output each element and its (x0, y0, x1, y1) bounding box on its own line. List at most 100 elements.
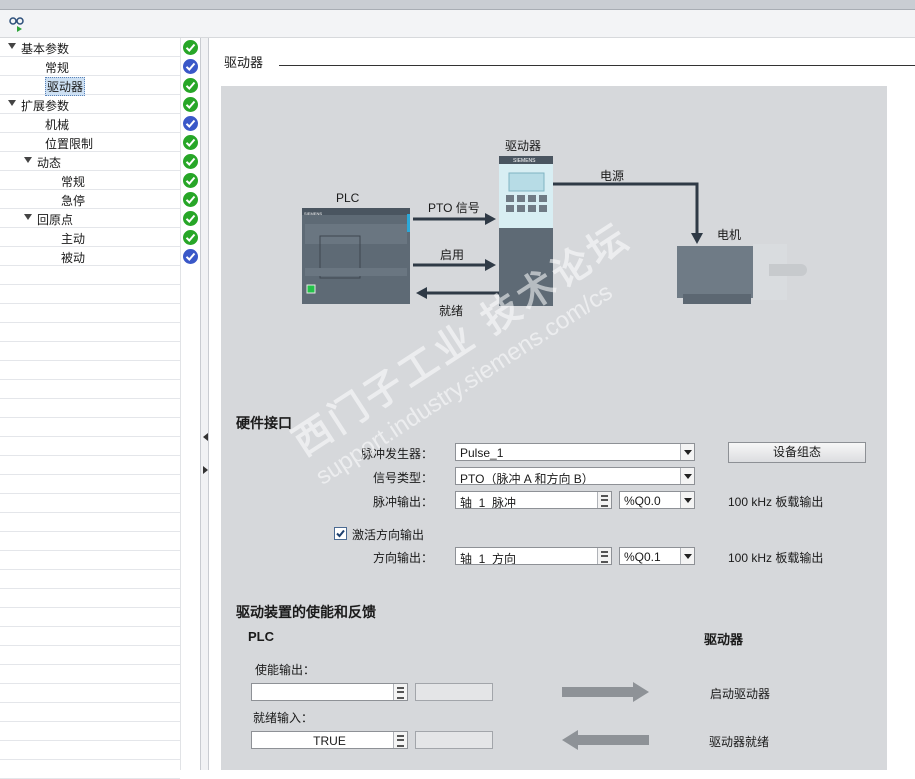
pulse-generator-select[interactable]: Pulse_1 (455, 443, 695, 461)
direction-output-enable-label: 激活方向输出 (352, 528, 425, 542)
nav-item-label: 基本参数 (21, 42, 70, 56)
status-ok-icon (183, 211, 198, 226)
section-divider (279, 65, 915, 66)
drive-panel: SIEMENS SIEMENS PLC 驱动器 电机 电源 PTO 信号 启用 … (221, 86, 887, 770)
nav-item-label: 机械 (45, 118, 70, 132)
nav-item[interactable]: 位置限制 (0, 133, 180, 152)
plc-brand: SIEMENS (304, 211, 322, 216)
direction-output-checkbox[interactable] (334, 527, 347, 540)
direction-output-address-select[interactable]: %Q0.1 (619, 547, 695, 565)
chevron-down-icon[interactable] (680, 444, 694, 460)
expand-right-icon[interactable] (203, 466, 208, 474)
empty-row (0, 703, 180, 722)
nav-item[interactable]: 回原点 (0, 209, 180, 228)
nav-item-label: 动态 (37, 156, 62, 170)
hardware-interface-title: 硬件接口 (236, 415, 292, 431)
motor-device (677, 244, 807, 304)
nav-item[interactable]: 常规 (0, 57, 180, 76)
empty-row (0, 399, 180, 418)
empty-row (0, 418, 180, 437)
status-ok-icon (183, 154, 198, 169)
direction-output-field[interactable]: 轴_1_方向 (455, 547, 612, 565)
signal-type-value: PTO（脉冲 A 和方向 B） (460, 472, 594, 485)
signal-type-label: 信号类型： (373, 471, 434, 485)
direction-output-value: 轴_1_方向 (460, 552, 517, 565)
nav-item[interactable]: 主动 (0, 228, 180, 247)
direction-output-address: %Q0.1 (624, 550, 661, 564)
pulse-output-field[interactable]: 轴_1_脉冲 (455, 491, 612, 509)
arrow-left-icon (562, 730, 649, 750)
empty-row (0, 665, 180, 684)
nav-item[interactable]: 扩展参数 (0, 95, 180, 114)
drive-diagram: SIEMENS SIEMENS (302, 156, 807, 306)
enable-output-label: 使能输出： (255, 663, 316, 677)
status-info-icon (183, 249, 198, 264)
nav-item[interactable]: 被动 (0, 247, 180, 266)
empty-row (0, 532, 180, 551)
nav-item[interactable]: 常规 (0, 171, 180, 190)
list-icon[interactable] (393, 732, 407, 748)
device-config-button[interactable]: 设备组态 (728, 442, 866, 463)
empty-row (0, 380, 180, 399)
nav-item[interactable]: 机械 (0, 114, 180, 133)
expand-arrow-icon[interactable] (24, 214, 32, 220)
nav-item[interactable]: 动态 (0, 152, 180, 171)
section-title: 驱动器 (224, 55, 264, 70)
empty-row (0, 342, 180, 361)
list-icon[interactable] (597, 492, 611, 508)
list-icon[interactable] (597, 548, 611, 564)
status-ok-icon (183, 97, 198, 112)
nav-item-label: 回原点 (37, 213, 74, 227)
enable-label: 启用 (440, 248, 465, 262)
pulse-output-address-select[interactable]: %Q0.0 (619, 491, 695, 509)
start-drive-label: 启动驱动器 (710, 687, 771, 701)
glasses-run-icon[interactable] (8, 15, 26, 33)
expand-arrow-icon[interactable] (24, 157, 32, 163)
nav-item-label: 常规 (45, 61, 70, 75)
nav-item-label: 驱动器 (45, 77, 86, 96)
pto-signal-label: PTO 信号 (428, 201, 480, 215)
direction-output-note: 100 kHz 板载输出 (728, 551, 824, 565)
status-ok-icon (183, 40, 198, 55)
status-ok-icon (183, 192, 198, 207)
splitter[interactable] (200, 38, 209, 770)
enable-output-field[interactable] (251, 683, 408, 701)
status-ok-icon (183, 230, 198, 245)
toolbar (0, 10, 915, 38)
ready-input-value: TRUE (313, 734, 346, 748)
drive-label: 驱动器 (505, 139, 542, 153)
collapse-left-icon[interactable] (203, 433, 208, 441)
empty-row (0, 456, 180, 475)
expand-arrow-icon[interactable] (8, 43, 16, 49)
drive-ready-label: 驱动器就绪 (709, 735, 770, 749)
chevron-down-icon[interactable] (680, 468, 694, 484)
empty-row (0, 570, 180, 589)
status-column (180, 38, 200, 770)
empty-row (0, 494, 180, 513)
nav-item-label: 主动 (61, 232, 86, 246)
nav-item[interactable]: 基本参数 (0, 38, 180, 57)
empty-row (0, 589, 180, 608)
empty-row (0, 437, 180, 456)
arrow-right-icon (562, 682, 649, 702)
pulse-output-note: 100 kHz 板载输出 (728, 495, 824, 509)
signal-type-select[interactable]: PTO（脉冲 A 和方向 B） (455, 467, 695, 485)
plc-device (302, 208, 410, 304)
ready-input-field[interactable]: TRUE (251, 731, 408, 749)
chevron-down-icon[interactable] (680, 492, 694, 508)
drive-brand: SIEMENS (513, 158, 536, 164)
nav-item[interactable]: 急停 (0, 190, 180, 209)
list-icon[interactable] (393, 684, 407, 700)
expand-arrow-icon[interactable] (8, 100, 16, 106)
pulse-output-address: %Q0.0 (624, 494, 661, 508)
empty-row (0, 475, 180, 494)
pulse-generator-value: Pulse_1 (460, 446, 504, 460)
ready-input-address (415, 731, 493, 749)
ready-label: 就绪 (439, 304, 464, 318)
nav-item[interactable]: 驱动器 (0, 76, 180, 96)
empty-row (0, 646, 180, 665)
status-ok-icon (183, 78, 198, 93)
enable-output-address (415, 683, 493, 701)
chevron-down-icon[interactable] (680, 548, 694, 564)
status-info-icon (183, 59, 198, 74)
